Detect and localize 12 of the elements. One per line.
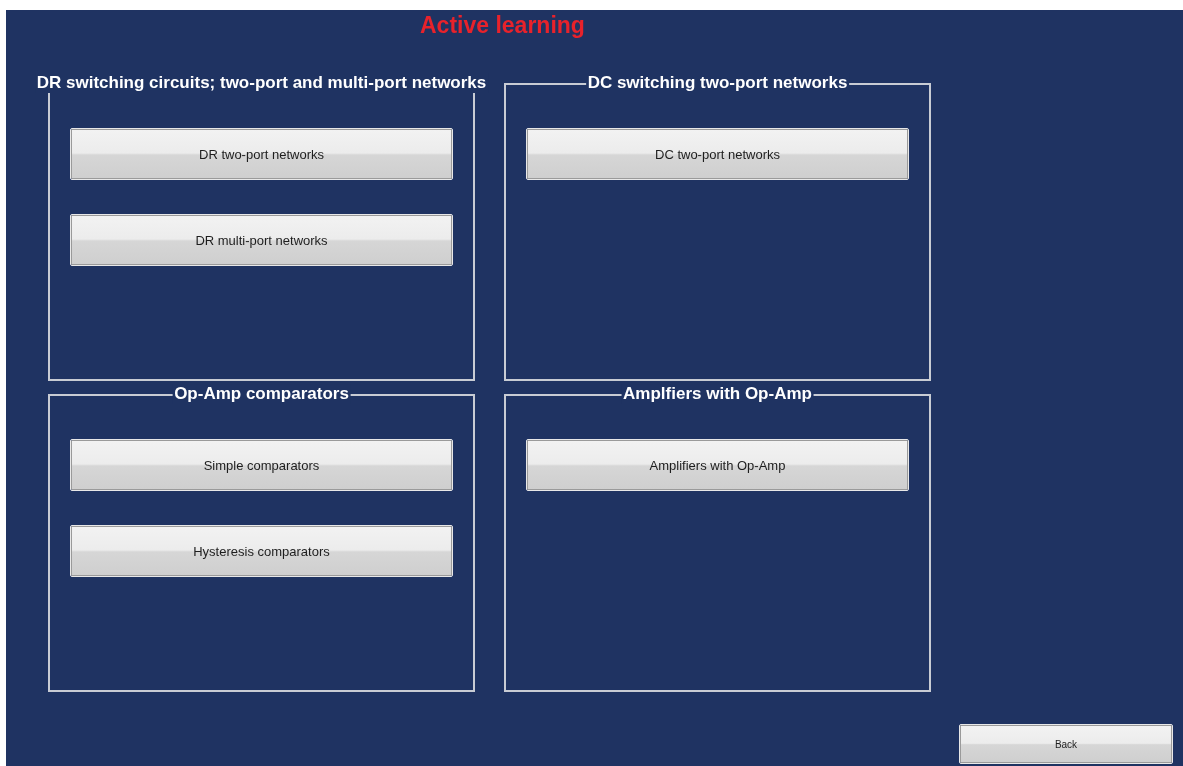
menu-button[interactable]: Hysteresis comparators	[71, 526, 452, 576]
panel-title: DR switching circuits; two-port and multi-port networks	[34, 73, 489, 93]
page-title: Active learning	[420, 11, 585, 39]
menu-button[interactable]: DR multi-port networks	[71, 215, 452, 265]
menu-button[interactable]: Simple comparators	[71, 440, 452, 490]
panel-title: Amplfiers with Op-Amp	[621, 384, 814, 404]
panel-title: Op-Amp comparators	[172, 384, 351, 404]
menu-button[interactable]: Amplifiers with Op-Amp	[527, 440, 908, 490]
menu-button[interactable]: DR two-port networks	[71, 129, 452, 179]
menu-button[interactable]: DC two-port networks	[527, 129, 908, 179]
back-button[interactable]: Back	[960, 725, 1172, 763]
panel-title: DC switching two-port networks	[585, 73, 850, 93]
